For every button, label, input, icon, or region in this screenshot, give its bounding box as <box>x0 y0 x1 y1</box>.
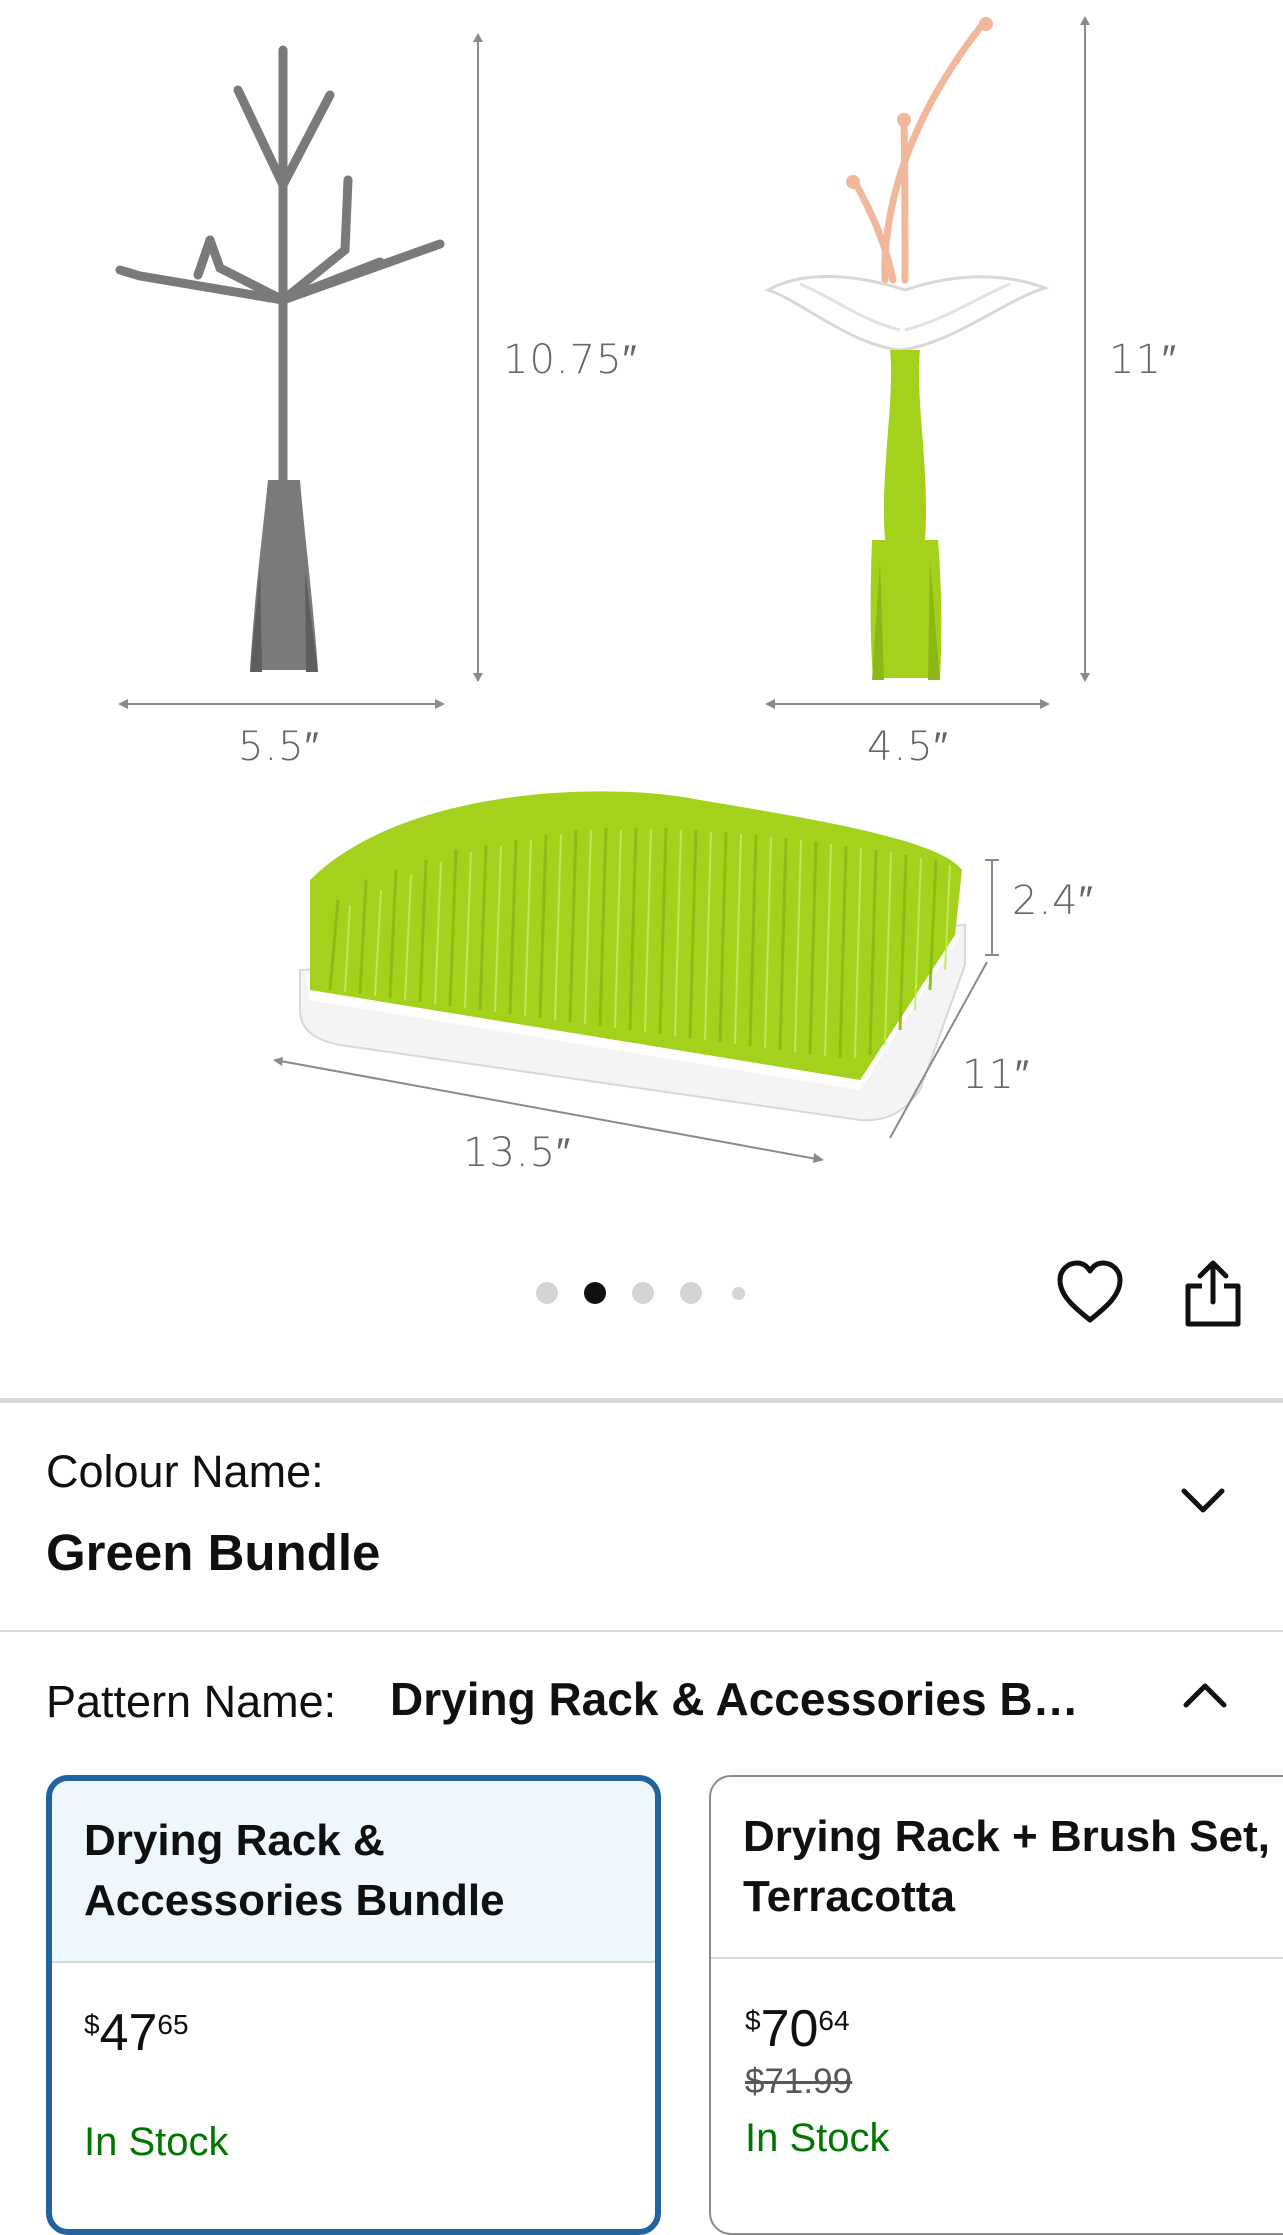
lawn-depth-label: 11″ <box>962 1052 1031 1098</box>
stem-width-label: 4.5″ <box>867 724 949 770</box>
price-symbol: $ <box>84 2009 100 2040</box>
option-card-header: Drying Rack + Brush Set, Terracotta <box>711 1777 1283 1959</box>
pattern-option-card[interactable]: Drying Rack + Brush Set, Terracotta $706… <box>709 1775 1283 2235</box>
option-title: Drying Rack & Accessories Bundle <box>84 1816 505 1925</box>
pattern-option-card-selected[interactable]: Drying Rack & Accessories Bundle $4765 I… <box>46 1775 661 2235</box>
twig-height-label: 10.75″ <box>503 337 638 383</box>
option-price: $7064 <box>745 1999 850 2059</box>
product-illustration <box>115 16 1090 1163</box>
product-image[interactable]: 10.75″ 5.5″ 11″ 4.5″ 2.4″ 11″ 13.5″ <box>0 0 1283 1220</box>
stem-height-label: 11″ <box>1109 337 1178 383</box>
stock-status: In Stock <box>745 2116 890 2160</box>
option-title: Drying Rack + Brush Set, Terracotta <box>743 1812 1270 1921</box>
twig-width-label: 5.5″ <box>238 724 320 770</box>
lawn-drying-rack <box>299 791 966 1122</box>
colour-name-selector[interactable]: Colour Name: Green Bundle <box>0 1403 1283 1630</box>
price-symbol: $ <box>745 2005 761 2036</box>
pattern-name-value: Drying Rack & Accessories B… <box>390 1673 1079 1725</box>
price-fraction: 65 <box>157 2009 189 2040</box>
chevron-up-icon[interactable] <box>1180 1670 1230 1720</box>
lawn-width-label: 13.5″ <box>463 1130 572 1176</box>
carousel-dot[interactable] <box>632 1282 654 1304</box>
option-price: $4765 <box>84 2003 189 2063</box>
lawn-height-label: 2.4″ <box>1012 878 1094 924</box>
carousel-dot[interactable] <box>536 1282 558 1304</box>
heart-icon[interactable] <box>1055 1258 1125 1328</box>
chevron-down-icon[interactable] <box>1178 1476 1228 1526</box>
carousel-dot[interactable] <box>732 1287 745 1300</box>
price-whole: 47 <box>99 2004 158 2062</box>
colour-name-value: Green Bundle <box>46 1524 381 1581</box>
price-whole: 70 <box>760 2000 819 2058</box>
share-icon[interactable] <box>1178 1258 1248 1328</box>
carousel-dot-active[interactable] <box>584 1282 606 1304</box>
was-price: $71.99 <box>745 2062 853 2101</box>
price-fraction: 64 <box>818 2005 850 2036</box>
stem-drying-accessory <box>764 17 1050 680</box>
colour-name-label: Colour Name: <box>46 1446 324 1497</box>
stock-status: In Stock <box>84 2120 229 2164</box>
option-card-header: Drying Rack & Accessories Bundle <box>52 1781 655 1963</box>
pattern-name-label: Pattern Name: <box>46 1676 337 1727</box>
image-carousel-indicator[interactable] <box>530 1278 760 1308</box>
carousel-dot[interactable] <box>680 1282 702 1304</box>
pattern-name-selector[interactable]: Pattern Name: Drying Rack & Accessories … <box>0 1632 1283 1762</box>
